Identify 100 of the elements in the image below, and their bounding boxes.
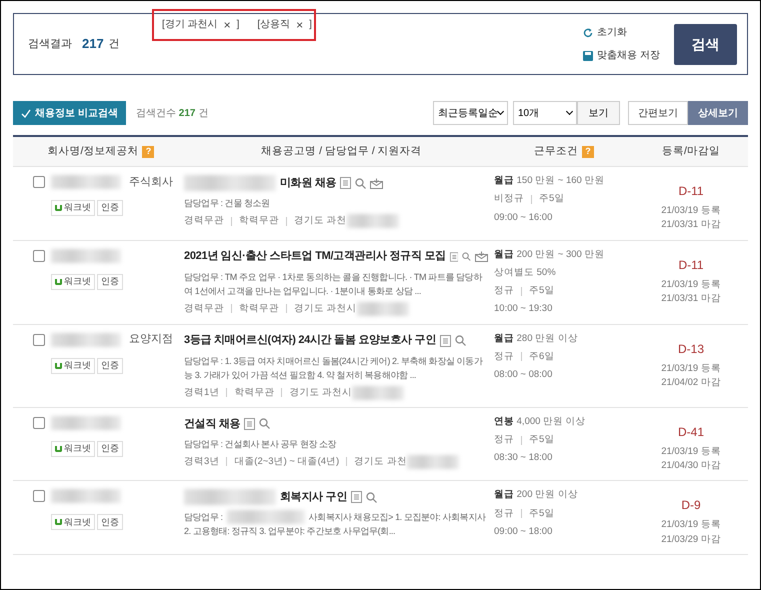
checkbox[interactable] bbox=[33, 176, 45, 188]
worknet-badge: 워크넷 bbox=[51, 274, 95, 290]
checkbox[interactable] bbox=[33, 416, 45, 429]
tag-text: 주5일 bbox=[539, 192, 564, 206]
checkbox[interactable] bbox=[33, 334, 45, 346]
document-icon[interactable] bbox=[450, 250, 458, 262]
tag-text: 경기도 과천시 bbox=[294, 302, 357, 316]
tag-text: 경력1년 bbox=[184, 386, 220, 400]
search-icon[interactable] bbox=[366, 492, 377, 503]
tag-text: 정규 bbox=[494, 284, 514, 298]
certified-badge: 인증 bbox=[97, 274, 123, 290]
compare-search-button[interactable]: 채용정보 비교검색 bbox=[13, 101, 126, 125]
work-hours: 08:30 ~ 18:00 bbox=[494, 451, 554, 466]
d-day: D-41 bbox=[678, 422, 704, 441]
check-icon bbox=[21, 108, 31, 118]
tag-text: 학력무관 bbox=[234, 386, 274, 400]
count-label: 검색건수 bbox=[136, 106, 176, 120]
job-title[interactable]: 회복지사 구인 bbox=[280, 489, 347, 506]
document-icon[interactable] bbox=[350, 491, 362, 504]
job-title[interactable]: 2021년 임신·출산 스타트업 TM/고객관리사 정규직 모집 bbox=[184, 248, 446, 265]
duty-text: 2. 고용형태: 정규직 3. 업무분야: 주간보호 사무업무(회... bbox=[184, 525, 396, 538]
job-title[interactable]: 건설직 채용 bbox=[184, 416, 240, 432]
salary-text: 월급 150 만원 ~ 160 만원 bbox=[494, 174, 606, 188]
filter-tag: [경기 과천시 bbox=[162, 17, 218, 32]
tag-text: 경기도 과천시 bbox=[289, 386, 352, 400]
tag-text: 학력무관 bbox=[239, 214, 279, 228]
company-name[interactable]: 요양지점 bbox=[129, 331, 173, 348]
job-title[interactable]: 미화원 채용 bbox=[280, 174, 336, 192]
certified-badge: 인증 bbox=[97, 514, 123, 530]
search-icon[interactable] bbox=[462, 251, 471, 262]
checkbox[interactable] bbox=[33, 250, 45, 262]
company-name[interactable]: 주식회사 bbox=[129, 174, 173, 190]
tag-text: 주6일 bbox=[529, 350, 554, 364]
redacted-block bbox=[352, 386, 404, 400]
duty-text: 담당업무 : 1. 3등급 여자 치매어르신 돌봄(24시간 케어) 2. 부축해 화장실 이동가능 3. 가래가 있어 가끔 석션 필요함 4. 약 철저히 복용해야함 ... bbox=[184, 354, 484, 382]
reset-button[interactable]: 초기화 bbox=[583, 25, 660, 40]
worknet-badge: 워크넷 bbox=[51, 440, 95, 457]
filter-tag: [상용직 bbox=[257, 17, 290, 32]
closing-date: 21/04/30 마감 bbox=[661, 459, 721, 473]
bracket-text: ] bbox=[309, 18, 312, 32]
view-mode-tab[interactable]: 간편보기 bbox=[628, 101, 688, 125]
closing-date: 21/03/31 마감 bbox=[661, 218, 721, 232]
result-unit: 건 bbox=[108, 36, 120, 52]
tag-text: 비정규 bbox=[494, 192, 524, 206]
salary-text: 월급 200 만원 이상 bbox=[494, 488, 579, 502]
registered-date: 21/03/19 등록 bbox=[661, 362, 721, 376]
remove-filter-button[interactable]: × bbox=[224, 18, 231, 30]
view-mode-tab[interactable]: 상세보기 bbox=[688, 101, 748, 125]
closing-date: 21/03/31 마감 bbox=[661, 292, 721, 306]
mail-icon[interactable] bbox=[370, 178, 384, 188]
registered-date: 21/03/19 등록 bbox=[661, 444, 721, 459]
certified-badge: 인증 bbox=[97, 200, 123, 216]
search-icon[interactable] bbox=[454, 335, 466, 346]
worknet-badge: 워크넷 bbox=[51, 514, 95, 530]
column-header: 근무조건 bbox=[534, 144, 578, 159]
column-header: 등록/마감일 bbox=[662, 144, 720, 159]
document-icon[interactable] bbox=[440, 334, 451, 346]
closing-date: 21/03/29 마감 bbox=[661, 532, 721, 546]
duty-text: 사회복지사 채용모집> 1. 모집분야: 사회복지사 bbox=[308, 511, 486, 524]
d-day: D-11 bbox=[678, 256, 704, 274]
search-icon[interactable] bbox=[259, 418, 270, 430]
salary-text: 월급 200 만원 ~ 300 만원 bbox=[494, 248, 606, 262]
column-header: 회사명/정보제공처 bbox=[48, 144, 138, 159]
tag-text: 경력무관 bbox=[184, 214, 224, 228]
registered-date: 21/03/19 등록 bbox=[661, 204, 721, 218]
work-hours: 10:00 ~ 19:30 bbox=[494, 302, 554, 316]
save-search-button[interactable]: 맞춤채용 저장 bbox=[583, 48, 660, 63]
d-day: D-13 bbox=[678, 340, 704, 358]
worknet-badge: 워크넷 bbox=[51, 358, 95, 374]
tag-text: 정규 bbox=[494, 433, 514, 447]
work-hours: 09:00 ~ 18:00 bbox=[494, 524, 554, 539]
search-icon[interactable] bbox=[355, 178, 366, 188]
registered-date: 21/03/19 등록 bbox=[661, 518, 721, 532]
bonus-text: 상여별도 50% bbox=[494, 266, 557, 280]
salary-text: 연봉 4,000 만원 이상 bbox=[494, 414, 587, 429]
redacted-block bbox=[406, 454, 459, 469]
search-button[interactable]: 검색 bbox=[674, 24, 737, 64]
result-label: 검색결과 bbox=[28, 36, 72, 52]
salary-text: 월급 280 만원 이상 bbox=[494, 332, 579, 346]
tag-text: 경력3년 bbox=[184, 454, 220, 469]
remove-filter-button[interactable]: × bbox=[296, 18, 304, 30]
document-icon[interactable] bbox=[340, 177, 352, 189]
mail-icon[interactable] bbox=[474, 251, 488, 262]
work-hours: 08:00 ~ 08:00 bbox=[494, 368, 554, 382]
refresh-icon bbox=[583, 28, 594, 38]
sort-select[interactable]: 최근등록일순 bbox=[433, 101, 508, 125]
certified-badge: 인증 bbox=[97, 358, 123, 374]
document-icon[interactable] bbox=[244, 418, 256, 430]
tag-text: 대졸(2~3년) ~ 대졸(4년) bbox=[234, 454, 340, 469]
duty-label: 담당업무 : bbox=[184, 511, 223, 524]
duty-text: 담당업무 : 건설회사 본사 공무 현장 소장 bbox=[184, 438, 338, 451]
registered-date: 21/03/19 등록 bbox=[661, 278, 721, 292]
result-count: 217 bbox=[82, 35, 104, 54]
tag-text: 경기도 과천 bbox=[294, 214, 347, 228]
bracket-text: ] bbox=[236, 18, 240, 32]
checkbox[interactable] bbox=[33, 490, 45, 502]
d-day: D-9 bbox=[681, 496, 701, 514]
view-button[interactable]: 보기 bbox=[577, 101, 620, 125]
job-title[interactable]: 3등급 치매어르신(여자) 24시간 돌봄 요양보호사 구인 bbox=[184, 332, 436, 349]
tag-text: 주5일 bbox=[529, 284, 554, 298]
